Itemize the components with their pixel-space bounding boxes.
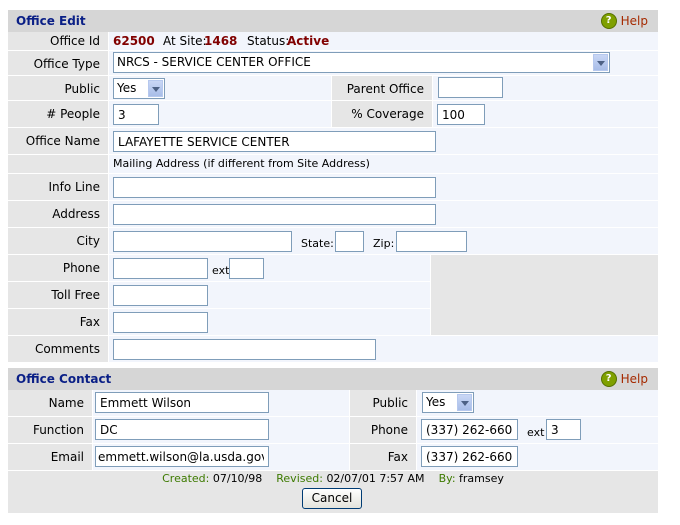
phone-input[interactable] — [113, 258, 208, 279]
info-line-label: Info Line — [8, 174, 108, 200]
contact-public-label: Public — [350, 390, 416, 416]
contact-function-input[interactable] — [95, 419, 269, 440]
contact-fax-input[interactable] — [421, 446, 518, 467]
comments-label: Comments — [8, 336, 108, 362]
office-type-select[interactable]: NRCS - SERVICE CENTER OFFICE — [113, 52, 610, 73]
revised-label: Revised: — [276, 472, 323, 485]
created-value: 07/10/98 — [212, 472, 263, 485]
at-site-value: 1468 — [204, 34, 238, 48]
status-label: Status: — [247, 34, 290, 48]
contact-phone-label: Phone — [350, 417, 416, 443]
info-line-input[interactable] — [113, 177, 436, 198]
parent-office-label: Parent Office — [332, 76, 432, 100]
dropdown-arrow-icon[interactable] — [457, 394, 472, 411]
contact-phone-input[interactable] — [421, 419, 518, 440]
help-icon: ? — [600, 371, 617, 387]
parent-office-input[interactable] — [438, 77, 503, 98]
people-label: # People — [8, 101, 108, 127]
mailing-label-spacer — [8, 155, 108, 173]
contact-function-label: Function — [8, 417, 92, 443]
at-site-label: At Site: — [163, 34, 207, 48]
office-edit-header: Office Edit ? Help — [8, 10, 658, 32]
contact-email-input[interactable] — [95, 446, 269, 467]
city-label: City — [8, 228, 108, 254]
by-label: By: — [438, 472, 456, 485]
state-label: State: — [301, 237, 334, 250]
contact-public-select[interactable]: Yes — [422, 392, 474, 413]
address-input[interactable] — [113, 204, 436, 225]
help-icon: ? — [600, 13, 617, 29]
contact-email-label: Email — [8, 444, 92, 470]
phone-ext-input[interactable] — [229, 258, 264, 279]
help-link[interactable]: ? Help — [600, 371, 648, 387]
office-id-label: Office Id — [8, 32, 108, 50]
toll-free-label: Toll Free — [8, 282, 108, 308]
comments-input[interactable] — [113, 339, 376, 360]
public-select[interactable]: Yes — [113, 78, 165, 99]
toll-free-input[interactable] — [113, 285, 208, 306]
audit-line: Created: 07/10/98 Revised: 02/07/01 7:57… — [8, 472, 658, 486]
fax-input[interactable] — [113, 312, 208, 333]
cancel-button[interactable]: Cancel — [302, 488, 362, 509]
coverage-input[interactable] — [437, 104, 485, 125]
phone-gray-block — [431, 255, 658, 335]
phone-ext-label: ext — [212, 264, 230, 277]
mailing-note: Mailing Address (if different from Site … — [113, 157, 370, 170]
fax-label: Fax — [8, 309, 108, 335]
public-label: Public — [8, 76, 108, 100]
created-label: Created: — [162, 472, 210, 485]
help-label: Help — [620, 372, 648, 386]
by-value: framsey — [459, 472, 504, 485]
status-value: Active — [287, 34, 330, 48]
office-contact-header: Office Contact ? Help — [8, 368, 658, 390]
office-name-label: Office Name — [8, 128, 108, 154]
state-input[interactable] — [335, 231, 364, 252]
contact-ext-label: ext — [527, 426, 545, 439]
contact-public-value: Yes — [426, 395, 446, 409]
contact-name-label: Name — [8, 390, 92, 416]
contact-name-input[interactable] — [95, 392, 269, 413]
help-link[interactable]: ? Help — [600, 13, 648, 29]
contact-fax-label: Fax — [350, 444, 416, 470]
contact-ext-input[interactable] — [546, 419, 581, 440]
dropdown-arrow-icon[interactable] — [593, 54, 608, 71]
help-label: Help — [620, 14, 648, 28]
office-type-label: Office Type — [8, 51, 108, 75]
office-name-input[interactable] — [113, 131, 436, 152]
phone-label: Phone — [8, 255, 108, 281]
zip-input[interactable] — [396, 231, 467, 252]
city-input[interactable] — [113, 231, 292, 252]
address-label: Address — [8, 201, 108, 227]
coverage-label: % Coverage — [332, 101, 432, 127]
section-title: Office Contact — [16, 372, 112, 386]
people-input[interactable] — [113, 104, 159, 125]
public-value: Yes — [117, 81, 137, 95]
dropdown-arrow-icon[interactable] — [148, 80, 163, 97]
office-id-cell: 62500 At Site: 1468 Status: Active — [109, 32, 658, 50]
section-title: Office Edit — [16, 14, 86, 28]
mailing-note-cell: Mailing Address (if different from Site … — [109, 155, 658, 173]
revised-value: 02/07/01 7:57 AM — [326, 472, 425, 485]
zip-label: Zip: — [373, 237, 395, 250]
office-type-value: NRCS - SERVICE CENTER OFFICE — [117, 55, 311, 69]
office-id-value: 62500 — [113, 34, 155, 48]
